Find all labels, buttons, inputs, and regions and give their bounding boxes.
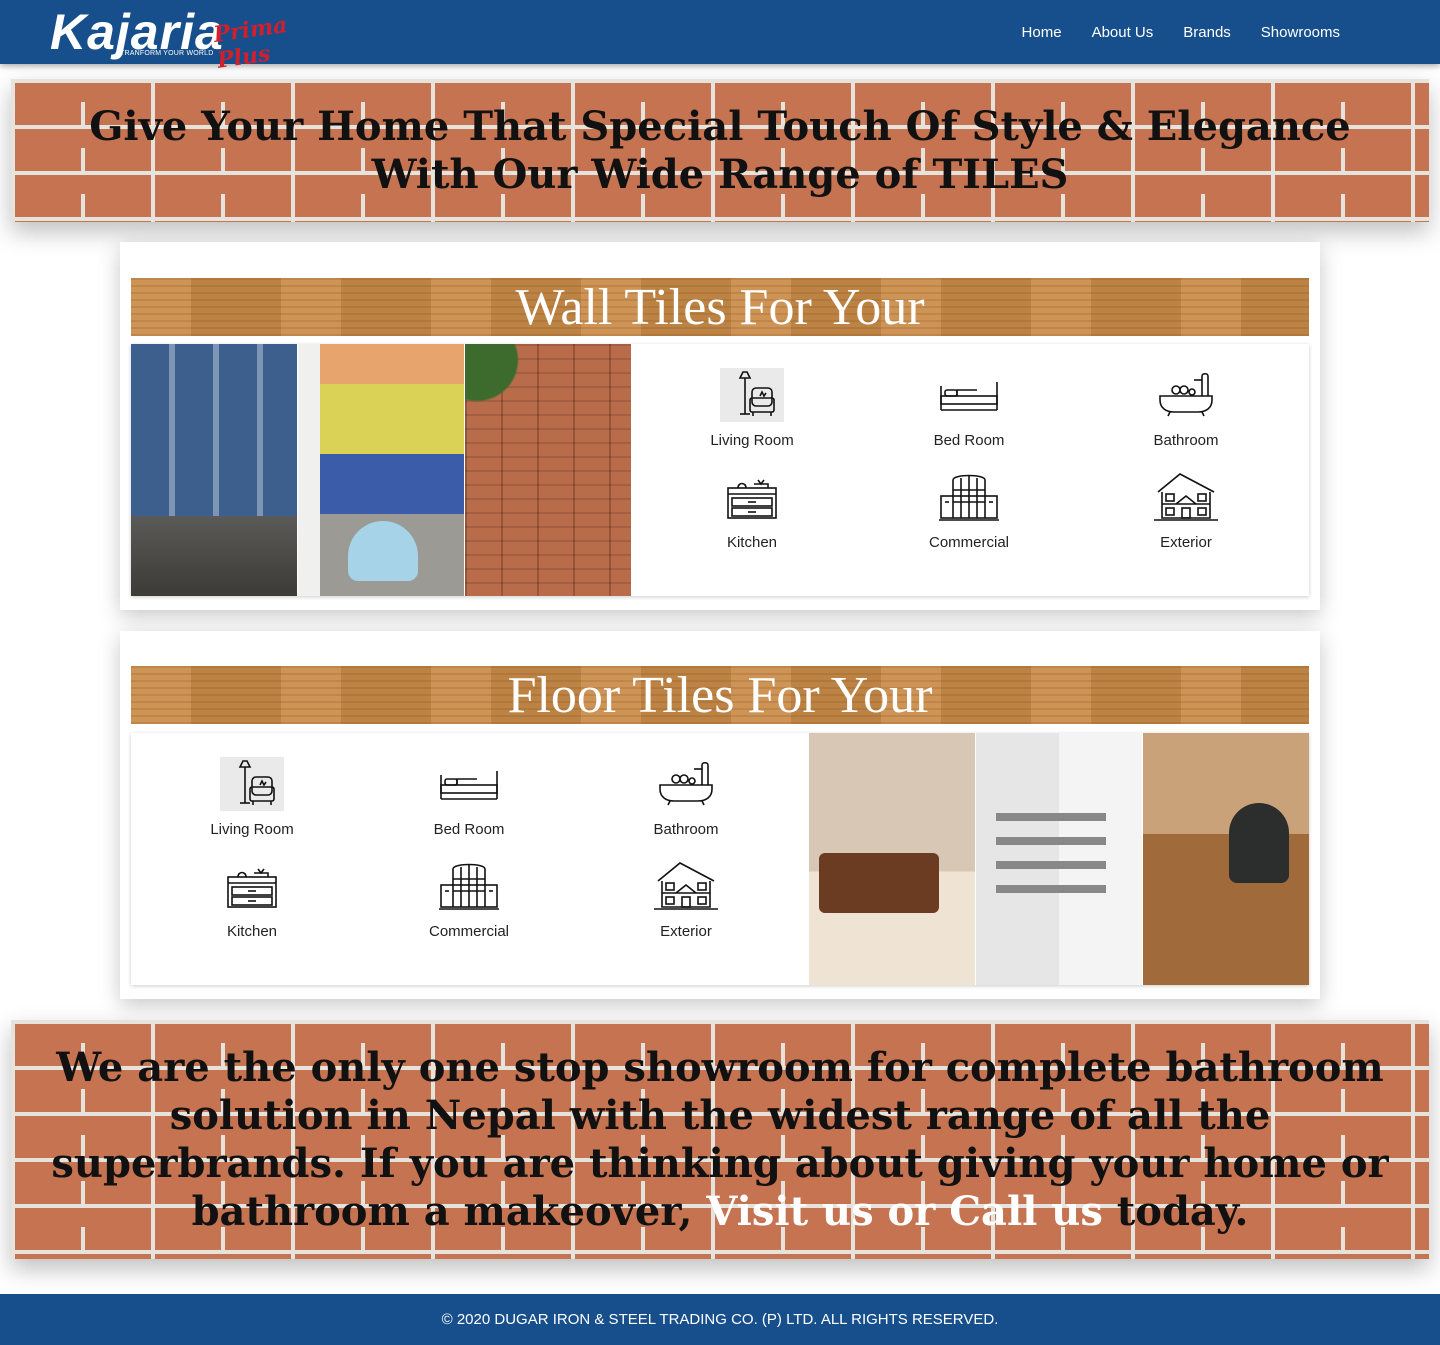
commercial-building-icon: [439, 863, 499, 910]
promo-banner: We are the only one stop showroom for co…: [11, 1020, 1429, 1259]
wall-cat-label: Exterior: [1160, 534, 1212, 551]
floor-cat-label: Bathroom: [653, 821, 719, 838]
wall-cat-label: Kitchen: [726, 534, 778, 551]
wall-category-grid: Living Room Bed Room Bathroom Kitchen Co…: [631, 344, 1307, 596]
armchair-lamp-icon: [720, 368, 784, 422]
armchair-lamp-icon: [220, 757, 284, 811]
wall-cat-label: Commercial: [928, 534, 1009, 551]
main-nav: Home About Us Brands Showrooms: [992, 0, 1340, 64]
floor-cat-kitchen[interactable]: Kitchen: [172, 859, 332, 940]
top-navbar: Kajaria TRANFORM YOUR WORLD Prima Plus H…: [0, 0, 1440, 74]
footer-copyright: © 2020 DUGAR IRON & STEEL TRADING CO. (P…: [441, 1311, 999, 1328]
brand-script-mark: Prima Plus: [211, 11, 289, 74]
wall-cat-kitchen[interactable]: Kitchen: [672, 470, 832, 551]
floor-cat-label: Commercial: [428, 923, 509, 940]
wall-cat-bathroom[interactable]: Bathroom: [1106, 368, 1266, 449]
floor-tiles-panel: Living Room Bed Room Bathroom Kitchen Co…: [131, 733, 1309, 985]
floor-cat-label: Kitchen: [226, 923, 278, 940]
nav-home-link[interactable]: Home: [1022, 24, 1062, 41]
wall-cat-exterior[interactable]: Exterior: [1106, 470, 1266, 551]
floor-cat-label: Living Room: [210, 821, 294, 838]
brand-logo[interactable]: Kajaria TRANFORM YOUR WORLD Prima Plus: [50, 4, 330, 74]
promo-text-after: today.: [1102, 1187, 1249, 1235]
bathtub-icon: [1159, 372, 1213, 417]
floor-photo-wood-living[interactable]: [1143, 733, 1309, 985]
house-icon: [1154, 473, 1218, 521]
floor-tiles-section: Floor Tiles For Your Living Room Bed Roo…: [120, 631, 1320, 999]
floor-cat-label: Exterior: [660, 923, 712, 940]
wall-cat-label: Bathroom: [1153, 432, 1219, 449]
wall-tiles-heading-bar: Wall Tiles For Your: [131, 278, 1309, 336]
floor-cat-living-room[interactable]: Living Room: [172, 757, 332, 838]
wall-photo-strip: [131, 344, 631, 596]
floor-cat-bathroom[interactable]: Bathroom: [606, 757, 766, 838]
nav-about-link[interactable]: About Us: [1092, 24, 1154, 41]
wall-cat-label: Living Room: [710, 432, 794, 449]
bathtub-icon: [659, 761, 713, 806]
hero-headline: Give Your Home That Special Touch Of Sty…: [89, 102, 1351, 198]
floor-photo-strip: [809, 733, 1309, 985]
nav-showrooms-link[interactable]: Showrooms: [1261, 24, 1340, 41]
floor-photo-white-marble[interactable]: [976, 733, 1142, 985]
kitchen-cabinet-icon: [227, 868, 277, 908]
kitchen-cabinet-icon: [727, 479, 777, 519]
wall-tiles-section: Wall Tiles For Your Living Room Bed Room…: [120, 242, 1320, 610]
wall-tiles-panel: Living Room Bed Room Bathroom Kitchen Co…: [131, 344, 1309, 596]
wall-cat-label: Bed Room: [933, 432, 1005, 449]
house-icon: [654, 862, 718, 910]
site-footer: © 2020 DUGAR IRON & STEEL TRADING CO. (P…: [0, 1294, 1440, 1345]
commercial-building-icon: [939, 474, 999, 521]
floor-tiles-title: Floor Tiles For Your: [507, 666, 933, 724]
floor-cat-bed-room[interactable]: Bed Room: [389, 757, 549, 838]
floor-cat-label: Bed Room: [433, 821, 505, 838]
wall-photo-brick[interactable]: [465, 344, 631, 596]
bed-icon: [440, 771, 498, 800]
hero-banner: Give Your Home That Special Touch Of Sty…: [11, 79, 1429, 222]
bed-icon: [940, 382, 998, 411]
promo-text: We are the only one stop showroom for co…: [25, 1044, 1415, 1236]
wall-cat-bed-room[interactable]: Bed Room: [889, 368, 1049, 449]
wall-photo-color-blocks[interactable]: [298, 344, 464, 596]
floor-cat-exterior[interactable]: Exterior: [606, 859, 766, 940]
wall-tiles-title: Wall Tiles For Your: [515, 278, 925, 336]
floor-photo-marble-lounge[interactable]: [809, 733, 975, 985]
wall-photo-blue-mosaic[interactable]: [131, 344, 297, 596]
visit-or-call-link[interactable]: Visit us or Call us: [706, 1188, 1103, 1235]
floor-category-grid: Living Room Bed Room Bathroom Kitchen Co…: [131, 733, 807, 985]
wall-cat-living-room[interactable]: Living Room: [672, 368, 832, 449]
nav-brands-link[interactable]: Brands: [1183, 24, 1231, 41]
floor-cat-commercial[interactable]: Commercial: [389, 859, 549, 940]
floor-tiles-heading-bar: Floor Tiles For Your: [131, 666, 1309, 724]
wall-cat-commercial[interactable]: Commercial: [889, 470, 1049, 551]
brand-tagline: TRANFORM YOUR WORLD: [120, 50, 214, 57]
